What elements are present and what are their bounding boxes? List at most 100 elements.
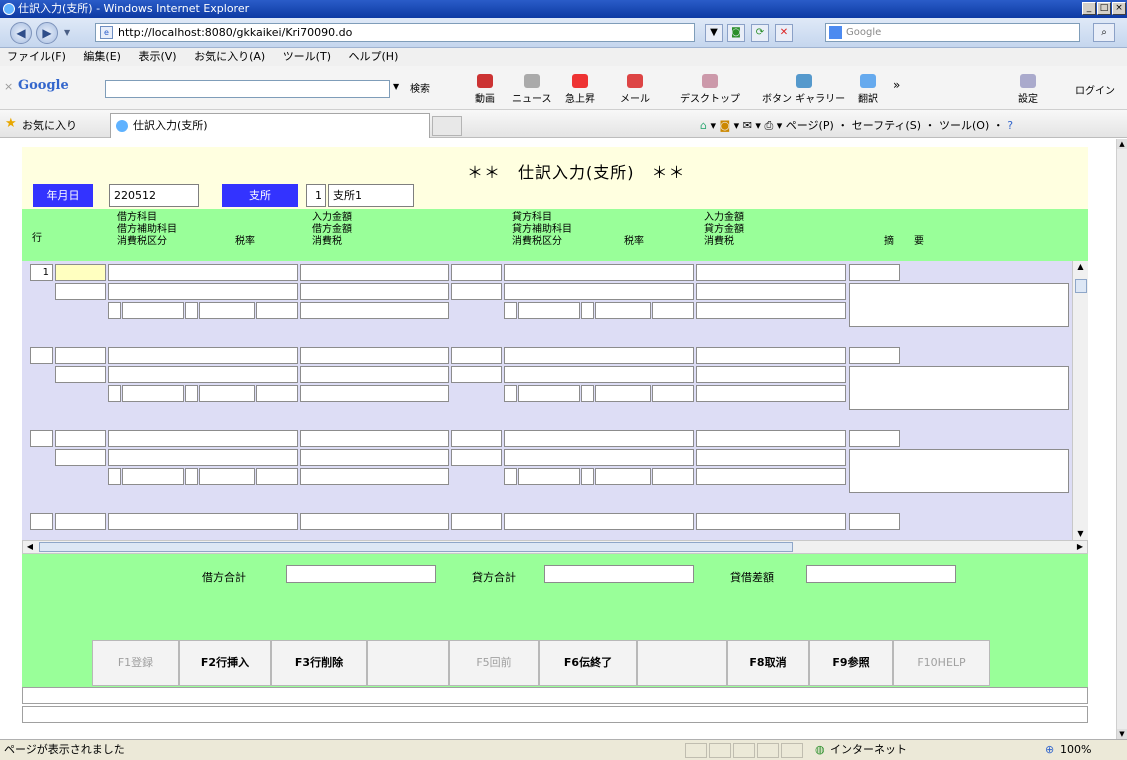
debit-tax-rate-input[interactable]	[199, 302, 255, 319]
desktop-button[interactable]: デスクトップ	[680, 74, 740, 105]
debit-sub-account-input[interactable]	[108, 449, 298, 466]
debit-tax-rate-flag-input[interactable]	[185, 302, 198, 319]
google-search-button[interactable]: 検索	[410, 80, 430, 95]
google-search-input[interactable]	[105, 80, 390, 98]
hscroll-thumb[interactable]	[39, 542, 793, 552]
debit-tax-category-input[interactable]	[122, 302, 184, 319]
credit-sub-code-input[interactable]	[451, 449, 502, 466]
f7-blank-button[interactable]	[637, 640, 727, 686]
help-icon[interactable]: ?	[1007, 119, 1013, 132]
debit-input-amount[interactable]	[300, 430, 449, 447]
debit-account-input[interactable]	[108, 264, 298, 281]
debit-tax-category-input[interactable]	[122, 468, 184, 485]
forward-button[interactable]: ▶	[36, 22, 58, 44]
minimize-button[interactable]: _	[1082, 2, 1096, 15]
remarks-code-input[interactable]	[849, 513, 900, 530]
row-code-input[interactable]	[55, 347, 106, 364]
branch-code-input[interactable]: 1	[306, 184, 326, 207]
debit-sub-code-input[interactable]	[55, 283, 106, 300]
scroll-right-icon[interactable]: ▶	[1073, 541, 1087, 553]
debit-tax-flag-input[interactable]	[108, 468, 121, 485]
page-scroll-down-icon[interactable]: ▼	[1117, 729, 1127, 739]
news-button[interactable]: ニュース	[512, 74, 552, 105]
search-go-icon[interactable]: ⌕	[1093, 23, 1115, 42]
debit-tax-extra-input[interactable]	[256, 468, 298, 485]
credit-sub-account-input[interactable]	[504, 366, 694, 383]
menu-tools[interactable]: ツール(T)	[276, 48, 338, 66]
feeds-icon[interactable]: ◙	[720, 119, 731, 132]
row-code-input[interactable]	[55, 264, 106, 281]
menu-help[interactable]: ヘルプ(H)	[342, 48, 406, 66]
stop-icon[interactable]: ✕	[775, 24, 793, 42]
video-button[interactable]: 動画	[475, 74, 495, 105]
debit-sub-code-input[interactable]	[55, 449, 106, 466]
credit-input-amount[interactable]	[696, 513, 846, 530]
debit-tax-flag-input[interactable]	[108, 385, 121, 402]
f2-insert-row-button[interactable]: F2行挿入	[179, 640, 271, 686]
credit-input-amount[interactable]	[696, 430, 846, 447]
more-button[interactable]: »	[893, 78, 900, 92]
credit-tax-rate-flag-input[interactable]	[581, 385, 594, 402]
favorites-star-icon[interactable]: ★	[5, 116, 17, 131]
credit-tax-category-input[interactable]	[518, 468, 580, 485]
credit-account-input[interactable]	[504, 430, 694, 447]
debit-sub-account-input[interactable]	[108, 366, 298, 383]
maximize-button[interactable]: □	[1097, 2, 1111, 15]
zoom-level[interactable]: 100%	[1060, 740, 1091, 760]
home-icon[interactable]: ⌂	[700, 119, 707, 132]
debit-account-input[interactable]	[108, 513, 298, 530]
debit-tax-extra-input[interactable]	[256, 302, 298, 319]
debit-tax-rate-input[interactable]	[199, 468, 255, 485]
credit-code-input[interactable]	[451, 513, 502, 530]
address-dropdown-icon[interactable]: ▼	[705, 24, 723, 42]
debit-tax-flag-input[interactable]	[108, 302, 121, 319]
debit-account-input[interactable]	[108, 430, 298, 447]
remarks-code-input[interactable]	[849, 347, 900, 364]
credit-input-amount[interactable]	[696, 264, 846, 281]
debit-tax-rate-input[interactable]	[199, 385, 255, 402]
credit-tax-rate-input[interactable]	[595, 302, 651, 319]
close-toolbar-icon[interactable]: ×	[4, 80, 13, 93]
translate-button[interactable]: 翻訳	[858, 74, 878, 105]
f9-reference-button[interactable]: F9参照	[809, 640, 893, 686]
settings-button[interactable]: 設定	[1018, 74, 1038, 105]
credit-tax-extra-input[interactable]	[652, 468, 694, 485]
debit-tax-extra-input[interactable]	[256, 385, 298, 402]
favorites-label[interactable]: お気に入り	[22, 117, 77, 133]
menu-favorites[interactable]: お気に入り(A)	[187, 48, 272, 66]
remarks-input[interactable]	[849, 366, 1069, 410]
button-gallery-button[interactable]: ボタン ギャラリー	[762, 74, 845, 105]
debit-sub-account-input[interactable]	[108, 283, 298, 300]
zoom-icon[interactable]: ⊕	[1045, 740, 1054, 760]
credit-sub-code-input[interactable]	[451, 283, 502, 300]
search-input[interactable]: Google	[825, 23, 1080, 42]
credit-tax-rate-flag-input[interactable]	[581, 468, 594, 485]
debit-input-amount[interactable]	[300, 513, 449, 530]
grid-horizontal-scrollbar[interactable]: ◀ ▶	[22, 540, 1088, 554]
credit-tax-category-input[interactable]	[518, 385, 580, 402]
credit-tax-rate-input[interactable]	[595, 385, 651, 402]
credit-tax-rate-input[interactable]	[595, 468, 651, 485]
credit-tax-category-input[interactable]	[518, 302, 580, 319]
f1-register-button[interactable]: F1登録	[92, 640, 179, 686]
credit-tax-rate-flag-input[interactable]	[581, 302, 594, 319]
credit-code-input[interactable]	[451, 430, 502, 447]
debit-input-amount[interactable]	[300, 347, 449, 364]
menu-edit[interactable]: 編集(E)	[76, 48, 128, 66]
credit-tax-extra-input[interactable]	[652, 302, 694, 319]
credit-tax-flag-input[interactable]	[504, 385, 517, 402]
menu-file[interactable]: ファイル(F)	[0, 48, 73, 66]
command-bar[interactable]: ⌂ ▾ ◙ ▾ ✉ ▾ ⎙ ▾ ページ(P) ・ セーフティ(S) ・ ツール(…	[700, 117, 1013, 133]
new-tab-button[interactable]	[432, 116, 462, 136]
f10-help-button[interactable]: F10HELP	[893, 640, 990, 686]
credit-code-input[interactable]	[451, 264, 502, 281]
date-input[interactable]: 220512	[109, 184, 199, 207]
google-dropdown-icon[interactable]: ▼	[393, 82, 399, 91]
page-vertical-scrollbar[interactable]: ▲ ▼	[1116, 139, 1127, 739]
credit-sub-code-input[interactable]	[451, 366, 502, 383]
debit-tax-rate-flag-input[interactable]	[185, 468, 198, 485]
login-button[interactable]: ログイン	[1075, 82, 1115, 97]
scroll-down-icon[interactable]: ▼	[1073, 528, 1088, 540]
f8-cancel-button[interactable]: F8取消	[727, 640, 809, 686]
remarks-input[interactable]	[849, 449, 1069, 493]
